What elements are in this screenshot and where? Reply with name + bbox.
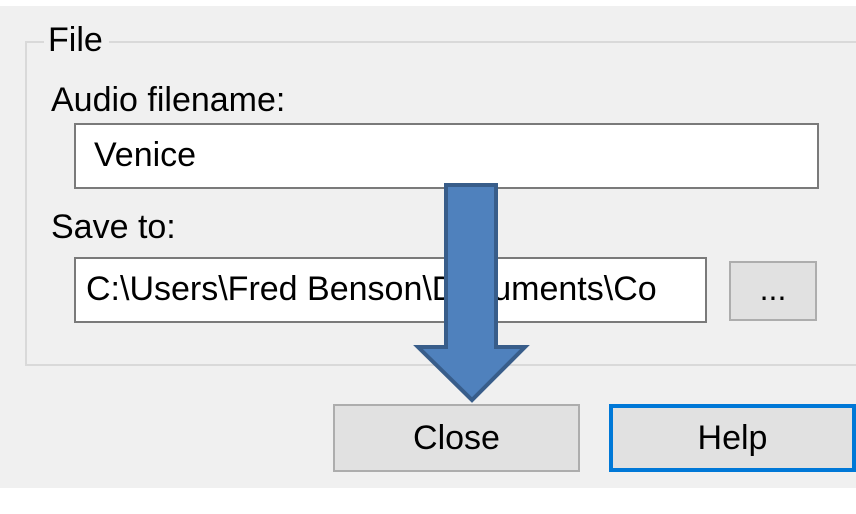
audio-filename-input[interactable]: Venice	[74, 123, 819, 189]
close-button[interactable]: Close	[333, 404, 580, 472]
bottom-edge	[0, 488, 856, 514]
browse-button[interactable]: ...	[729, 261, 817, 321]
save-to-label: Save to:	[51, 208, 176, 246]
help-button[interactable]: Help	[609, 404, 856, 472]
file-group-legend: File	[44, 20, 109, 60]
audio-filename-label: Audio filename:	[51, 81, 286, 119]
save-to-path-input[interactable]: C:\Users\Fred Benson\Documents\Co	[74, 257, 707, 323]
top-edge	[0, 0, 856, 6]
save-audio-dialog: File Audio filename: Venice Save to: C:\…	[0, 0, 856, 514]
